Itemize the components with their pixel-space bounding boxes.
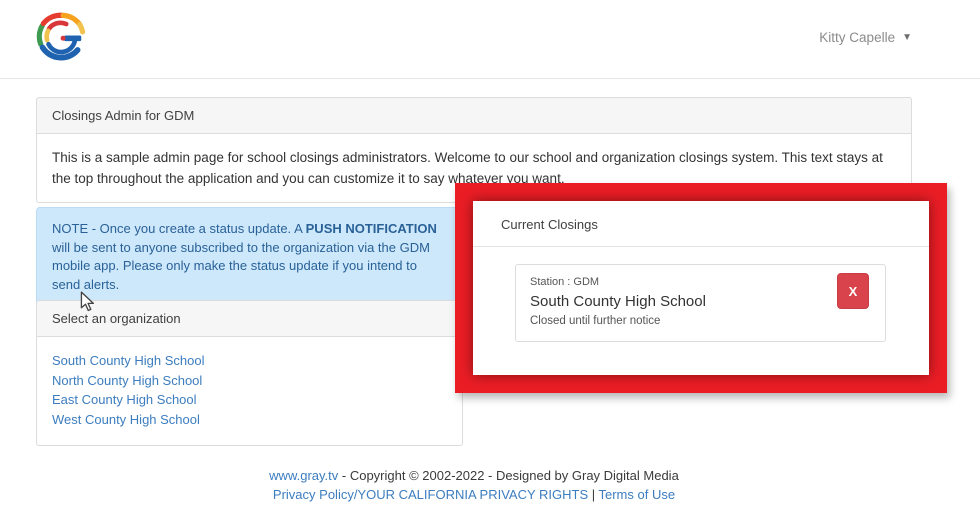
user-dropdown[interactable]: Kitty Capelle ▼ [819, 30, 912, 45]
organization-panel-title: Select an organization [36, 300, 463, 337]
footer-separator: | [588, 487, 598, 502]
footer-legal-line: Privacy Policy/YOUR CALIFORNIA PRIVACY R… [0, 485, 948, 504]
closing-status-text: Closed until further notice [530, 313, 825, 330]
org-link-south-county[interactable]: South County High School [52, 351, 447, 371]
org-link-north-county[interactable]: North County High School [52, 371, 447, 391]
footer-copyright-line: www.gray.tv - Copyright © 2002-2022 - De… [0, 466, 948, 485]
gray-media-logo[interactable] [34, 10, 88, 64]
user-name: Kitty Capelle [819, 30, 895, 45]
red-highlight-annotation: Current Closings Station : GDM South Cou… [455, 183, 947, 393]
gray-g-logo-icon [34, 10, 88, 64]
closing-organization-name: South County High School [530, 291, 825, 313]
page-footer: www.gray.tv - Copyright © 2002-2022 - De… [0, 466, 948, 504]
note-text-pre: NOTE - Once you create a status update. … [52, 221, 306, 236]
terms-of-use-link[interactable]: Terms of Use [599, 487, 676, 502]
current-closings-panel: Current Closings Station : GDM South Cou… [473, 201, 929, 375]
closing-list-item: Station : GDM South County High School C… [515, 264, 886, 342]
privacy-policy-link[interactable]: Privacy Policy/YOUR CALIFORNIA PRIVACY R… [273, 487, 588, 502]
copyright-text: - Copyright © 2002-2022 - Designed by Gr… [338, 468, 679, 483]
chevron-down-icon: ▼ [902, 33, 912, 43]
gray-tv-link[interactable]: www.gray.tv [269, 468, 338, 483]
closing-station-label: Station : GDM [530, 274, 825, 291]
current-closings-title: Current Closings [473, 201, 929, 247]
org-link-east-county[interactable]: East County High School [52, 390, 447, 410]
organization-panel: Select an organization South County High… [36, 300, 463, 446]
note-text-post: will be sent to anyone subscribed to the… [52, 240, 430, 292]
push-notification-note: NOTE - Once you create a status update. … [36, 207, 460, 307]
organization-list: South County High School North County Hi… [36, 337, 463, 446]
mouse-cursor-icon [80, 291, 95, 317]
top-navbar: Kitty Capelle ▼ [0, 0, 980, 79]
page: Kitty Capelle ▼ Closings Admin for GDM T… [0, 0, 980, 532]
note-text-bold: PUSH NOTIFICATION [306, 221, 437, 236]
admin-panel-title: Closings Admin for GDM [36, 97, 912, 134]
org-link-west-county[interactable]: West County High School [52, 410, 447, 430]
delete-closing-button[interactable]: X [837, 273, 869, 309]
